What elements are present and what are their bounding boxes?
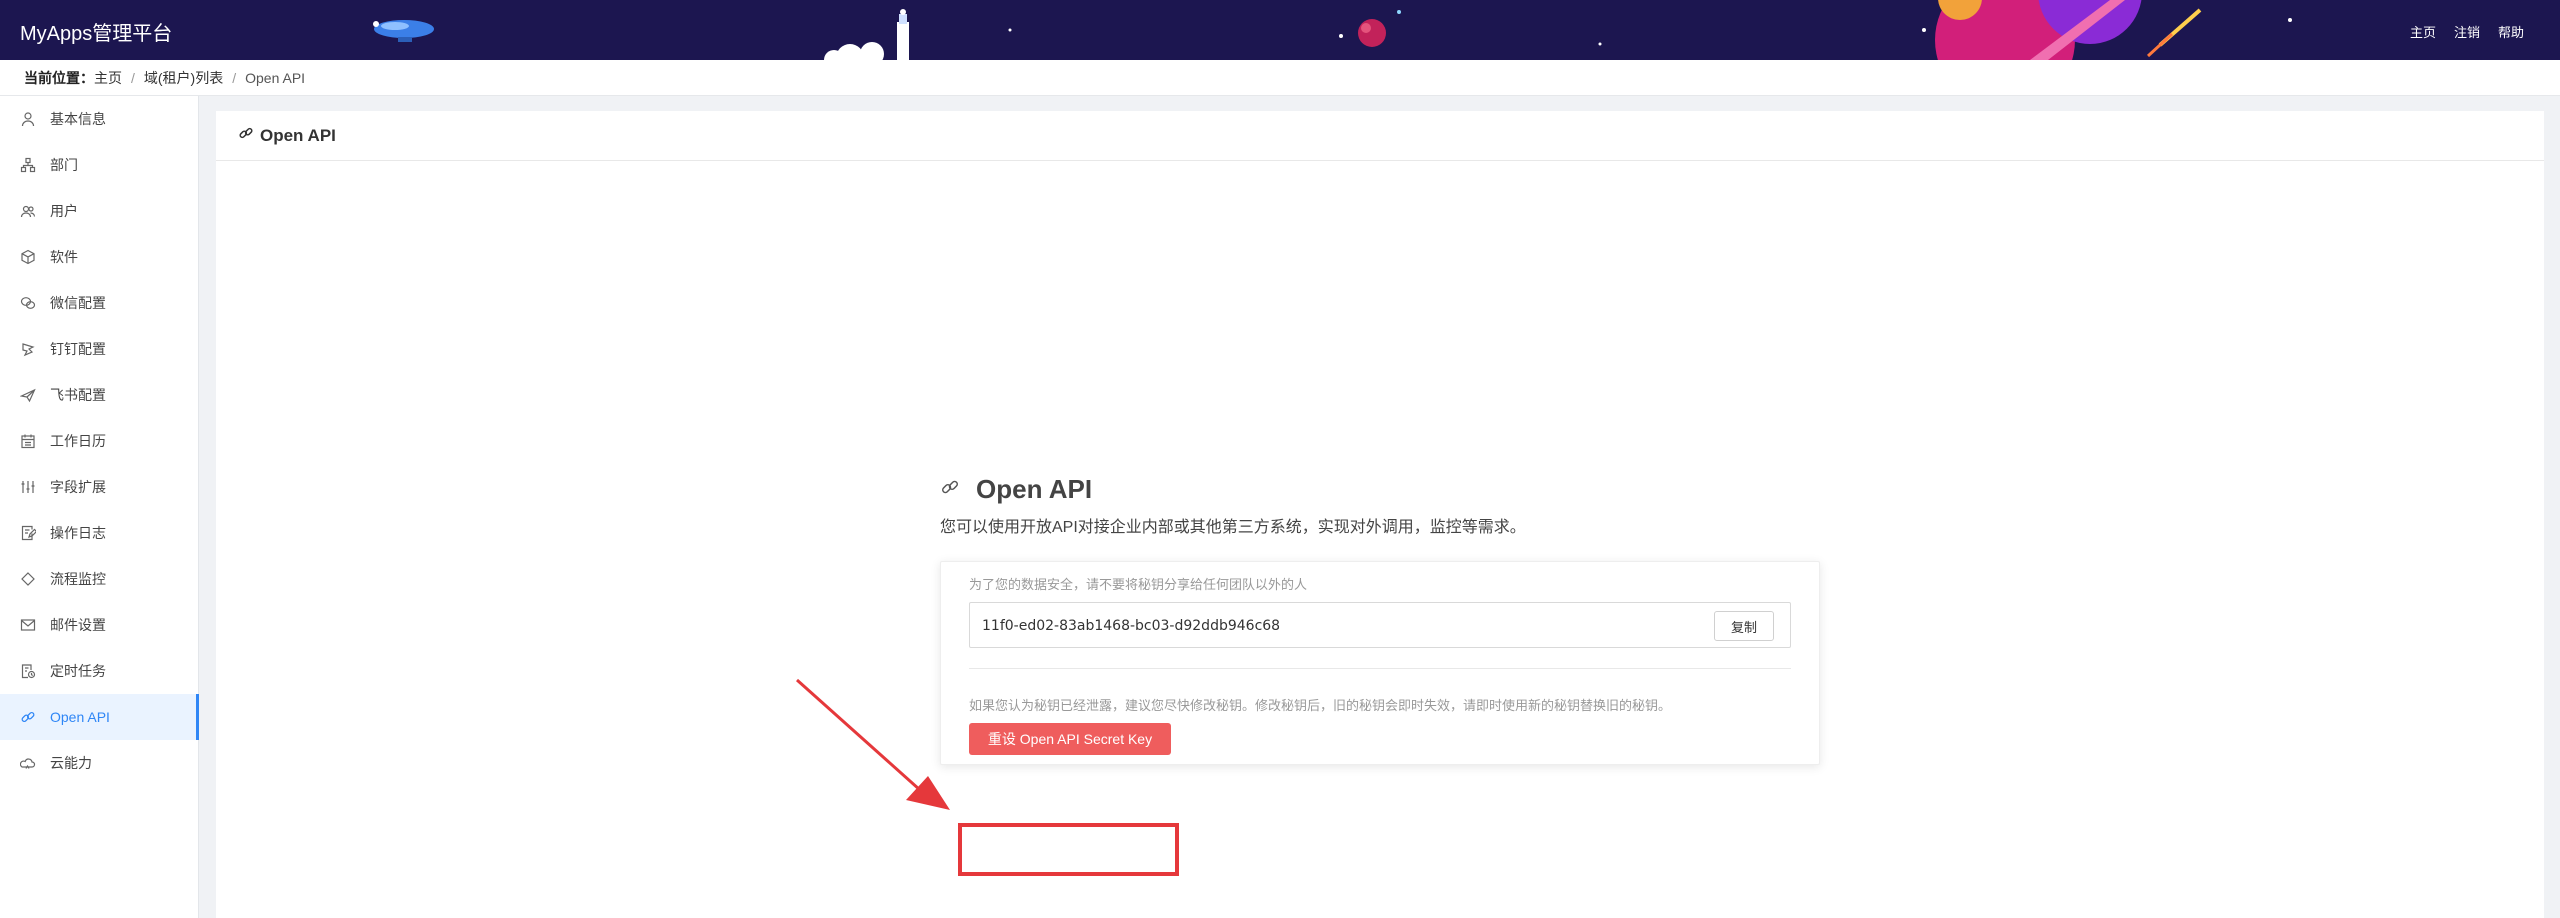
sidebar: 基本信息 部门 用户 软件 微信配置 钉钉配置 飞书配置 工作日历 字段扩展 操… xyxy=(0,96,199,918)
dingtalk-icon xyxy=(20,341,36,357)
breadcrumb-home[interactable]: 主页 xyxy=(94,68,122,88)
sidebar-item-label: 钉钉配置 xyxy=(50,341,106,357)
diamond-icon xyxy=(20,571,36,587)
sidebar-item-feishu-config[interactable]: 飞书配置 xyxy=(0,372,198,418)
wechat-icon xyxy=(20,295,36,311)
sliders-icon xyxy=(20,479,36,495)
security-hint: 为了您的数据安全，请不要将秘钥分享给任何团队以外的人 xyxy=(969,577,1308,592)
sidebar-item-label: 云能力 xyxy=(50,755,92,771)
panel-header: Open API xyxy=(216,111,2544,161)
openapi-heading: Open API xyxy=(940,474,1092,505)
sidebar-item-software[interactable]: 软件 xyxy=(0,234,198,280)
top-nav-help-link[interactable]: 帮助 xyxy=(2498,22,2524,41)
divider xyxy=(969,668,1791,669)
top-header: MyApps管理平台 主页 注销 帮助 xyxy=(0,0,2560,60)
breadcrumb-separator: / xyxy=(232,69,237,86)
sidebar-item-open-api[interactable]: Open API xyxy=(0,694,199,740)
sidebar-item-label: 用户 xyxy=(50,203,78,219)
openapi-description: 您可以使用开放API对接企业内部或其他第三方系统，实现对外调用，监控等需求。 xyxy=(940,519,1526,536)
sidebar-item-label: 软件 xyxy=(50,249,78,265)
sidebar-item-label: 操作日志 xyxy=(50,525,106,541)
header-decoration xyxy=(373,0,2292,60)
top-nav: 主页 注销 帮助 xyxy=(2410,22,2524,41)
sidebar-item-label: 流程监控 xyxy=(50,571,106,587)
copy-button[interactable]: 复制 xyxy=(1714,611,1774,641)
reset-hint: 如果您认为秘钥已经泄露，建议您尽快修改秘钥。修改秘钥后，旧的秘钥会即时失效，请即… xyxy=(969,698,1672,713)
link-icon xyxy=(940,477,960,502)
mail-icon xyxy=(20,617,36,633)
org-icon xyxy=(20,157,36,173)
sidebar-item-wechat-config[interactable]: 微信配置 xyxy=(0,280,198,326)
panel-title: Open API xyxy=(260,125,336,145)
sidebar-item-dingtalk-config[interactable]: 钉钉配置 xyxy=(0,326,198,372)
sidebar-item-work-calendar[interactable]: 工作日历 xyxy=(0,418,198,464)
sidebar-item-mail-settings[interactable]: 邮件设置 xyxy=(0,602,198,648)
secret-key-field: 11f0-ed02-83ab1468-bc03-d92ddb946c68 复制 xyxy=(969,602,1791,648)
sidebar-item-department[interactable]: 部门 xyxy=(0,142,198,188)
openapi-title: Open API xyxy=(976,474,1093,504)
sidebar-item-label: 飞书配置 xyxy=(50,387,106,403)
sidebar-item-basic-info[interactable]: 基本信息 xyxy=(0,96,198,142)
link-icon xyxy=(238,125,254,146)
users-icon xyxy=(20,203,36,219)
feishu-icon xyxy=(20,387,36,403)
sidebar-item-field-extension[interactable]: 字段扩展 xyxy=(0,464,198,510)
breadcrumb-current: Open API xyxy=(245,69,306,86)
breadcrumb-tenant-list[interactable]: 域(租户)列表 xyxy=(144,68,223,88)
calendar-icon xyxy=(20,433,36,449)
cube-icon xyxy=(20,249,36,265)
log-icon xyxy=(20,525,36,541)
sidebar-item-label: 部门 xyxy=(50,157,78,173)
sidebar-item-label: 基本信息 xyxy=(50,111,106,127)
sidebar-item-scheduled-tasks[interactable]: 定时任务 xyxy=(0,648,198,694)
sidebar-item-label: 邮件设置 xyxy=(50,617,106,633)
top-nav-logout-link[interactable]: 注销 xyxy=(2454,22,2480,41)
sidebar-item-cloud-capability[interactable]: 云能力 xyxy=(0,740,198,786)
user-icon xyxy=(20,111,36,127)
breadcrumb-lead: 当前位置： xyxy=(24,69,94,86)
sidebar-item-label: Open API xyxy=(50,709,110,725)
task-icon xyxy=(20,663,36,679)
sidebar-item-label: 定时任务 xyxy=(50,663,106,679)
sidebar-item-process-monitor[interactable]: 流程监控 xyxy=(0,556,198,602)
sidebar-item-label: 工作日历 xyxy=(50,433,106,449)
app-title: MyApps管理平台 xyxy=(20,23,173,45)
sidebar-item-label: 字段扩展 xyxy=(50,479,106,495)
breadcrumb: 当前位置： 主页 / 域(租户)列表 / Open API xyxy=(0,60,2560,96)
sidebar-item-users[interactable]: 用户 xyxy=(0,188,198,234)
top-nav-home-link[interactable]: 主页 xyxy=(2410,22,2436,41)
reset-secret-key-button[interactable]: 重设 Open API Secret Key xyxy=(969,723,1171,755)
cloud-icon xyxy=(20,755,36,771)
sidebar-item-operation-log[interactable]: 操作日志 xyxy=(0,510,198,556)
secret-key-value[interactable]: 11f0-ed02-83ab1468-bc03-d92ddb946c68 xyxy=(982,618,1280,634)
breadcrumb-separator: / xyxy=(131,69,135,86)
link-icon xyxy=(20,709,36,725)
sidebar-item-label: 微信配置 xyxy=(50,295,106,311)
secret-key-card: 为了您的数据安全，请不要将秘钥分享给任何团队以外的人 11f0-ed02-83a… xyxy=(940,561,1820,765)
